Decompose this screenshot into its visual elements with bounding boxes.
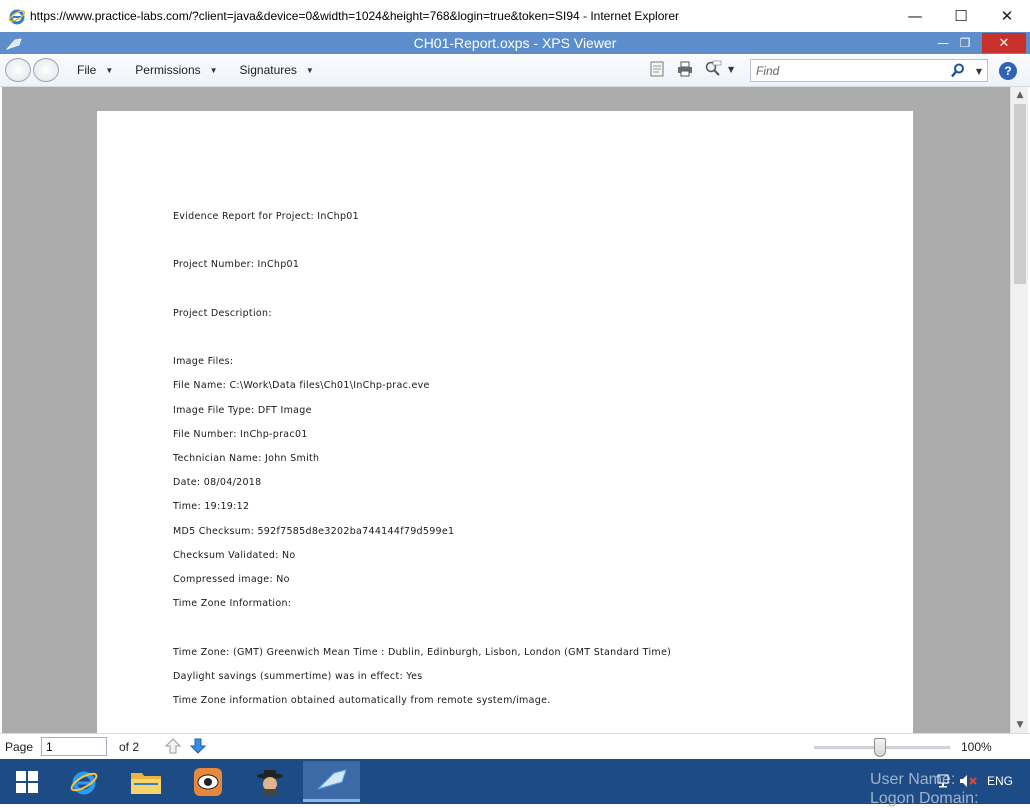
toolbar-icons: ▼ — [648, 60, 734, 78]
xps-quick-access-icon[interactable] — [5, 36, 22, 50]
app-restore-button[interactable]: ❐ — [954, 33, 976, 53]
document-line: Image Files: — [173, 356, 234, 367]
zoom-icon[interactable] — [704, 60, 722, 78]
app-titlebar: CH01-Report.oxps - XPS Viewer — ❐ ✕ — [0, 32, 1030, 54]
browser-window-controls: — ☐ ✕ — [892, 0, 1030, 32]
help-icon[interactable]: ? — [999, 62, 1017, 80]
menu-signatures-label: Signatures — [239, 63, 297, 77]
language-indicator[interactable]: ENG — [987, 774, 1013, 788]
chevron-down-icon: ▼ — [305, 65, 314, 75]
outline-icon[interactable] — [648, 60, 666, 78]
document-line: MD5 Checksum: 592f7585d8e3202ba744144f79… — [173, 526, 455, 537]
document-line: Project Number: InChp01 — [173, 259, 300, 270]
document-line: Time Zone Information: — [173, 598, 292, 609]
back-button[interactable] — [5, 58, 31, 82]
scrollbar-thumb[interactable] — [1014, 104, 1026, 284]
toolbar: File ▼ Permissions ▼ Signatures ▼ ▼ Find… — [0, 54, 1030, 87]
browser-maximize-button[interactable]: ☐ — [938, 0, 984, 32]
taskbar-forensic-tool[interactable] — [179, 761, 236, 802]
document-page: Evidence Report for Project: InChp01 Pro… — [97, 111, 913, 733]
scroll-up-icon[interactable]: ▲ — [1011, 87, 1029, 103]
tray-logon-domain: Logon Domain: — [870, 790, 979, 807]
eye-app-icon — [193, 767, 222, 796]
taskbar: User Name: Logon Domain: ENG — [0, 759, 1030, 807]
document-line: Time: 19:19:12 — [173, 501, 250, 512]
document-line: Checksum Validated: No — [173, 550, 296, 561]
find-box: ▼ — [750, 59, 988, 82]
vertical-scrollbar[interactable]: ▲ ▼ — [1010, 87, 1028, 733]
internet-explorer-icon — [70, 771, 97, 794]
document-viewport[interactable]: Evidence Report for Project: InChp01 Pro… — [2, 87, 1010, 733]
print-icon[interactable] — [676, 60, 694, 78]
app-close-button[interactable]: ✕ — [982, 33, 1026, 53]
search-icon[interactable] — [951, 63, 965, 78]
nav-buttons — [5, 57, 61, 83]
taskbar-internet-explorer[interactable] — [55, 761, 112, 802]
chevron-down-icon[interactable]: ▼ — [976, 67, 982, 76]
document-line: Evidence Report for Project: InChp01 — [173, 211, 359, 222]
app-window-controls: — ❐ ✕ — [932, 32, 1026, 54]
document-line: File Number: InChp-prac01 — [173, 429, 308, 440]
browser-title: https://www.practice-labs.com/?client=ja… — [30, 9, 680, 23]
page-number-input[interactable] — [41, 737, 107, 756]
forward-button[interactable] — [33, 58, 59, 82]
volume-muted-icon[interactable] — [958, 773, 978, 789]
menu-file-label: File — [77, 63, 97, 77]
menu-permissions-label: Permissions — [135, 63, 201, 77]
document-line: Time Zone information obtained automatic… — [173, 695, 551, 706]
chevron-down-icon[interactable]: ▼ — [728, 65, 734, 74]
app-minimize-button[interactable]: — — [932, 33, 954, 53]
browser-minimize-button[interactable]: — — [892, 0, 938, 32]
menu-file[interactable]: File ▼ — [77, 63, 113, 77]
internet-explorer-icon — [8, 7, 26, 25]
document-line: File Name: C:\Work\Data files\Ch01\InChp… — [173, 380, 430, 391]
page-count: of 2 — [119, 740, 140, 754]
find-input[interactable] — [751, 60, 941, 82]
taskbar-investigator-app[interactable] — [241, 761, 298, 802]
document-line: Project Description: — [173, 308, 272, 319]
detective-icon — [256, 769, 283, 796]
windows-icon — [16, 770, 38, 793]
zoom-slider-thumb[interactable] — [874, 738, 886, 757]
app-title: CH01-Report.oxps - XPS Viewer — [413, 35, 617, 51]
chevron-down-icon: ▼ — [209, 65, 218, 75]
document-line: Compressed image: No — [173, 574, 290, 585]
start-button[interactable] — [0, 759, 54, 804]
document-line: Daylight savings (summertime) was in eff… — [173, 671, 423, 682]
scroll-down-icon[interactable]: ▼ — [1011, 717, 1029, 733]
document-line: Image File Type: DFT Image — [173, 405, 312, 416]
previous-page-icon[interactable] — [164, 737, 182, 755]
xps-viewer-icon — [317, 769, 347, 790]
taskbar-xps-viewer[interactable] — [303, 761, 360, 802]
network-icon[interactable] — [936, 773, 956, 789]
browser-titlebar: https://www.practice-labs.com/?client=ja… — [0, 0, 1030, 32]
menu-signatures[interactable]: Signatures ▼ — [240, 63, 314, 77]
document-line: Date: 08/04/2018 — [173, 477, 262, 488]
status-bar: Page of 2 100% — [0, 733, 1030, 759]
menu-bar: File ▼ Permissions ▼ Signatures ▼ — [77, 63, 336, 77]
taskbar-file-explorer[interactable] — [117, 761, 174, 802]
menu-permissions[interactable]: Permissions ▼ — [135, 63, 217, 77]
zoom-level: 100% — [961, 740, 992, 754]
browser-close-button[interactable]: ✕ — [984, 0, 1030, 32]
document-line: Technician Name: John Smith — [173, 453, 320, 464]
next-page-icon[interactable] — [189, 737, 207, 755]
folder-icon — [130, 772, 161, 794]
page-label: Page — [5, 740, 34, 754]
chevron-down-icon: ▼ — [105, 65, 114, 75]
document-line: Time Zone: (GMT) Greenwich Mean Time : D… — [173, 647, 672, 658]
